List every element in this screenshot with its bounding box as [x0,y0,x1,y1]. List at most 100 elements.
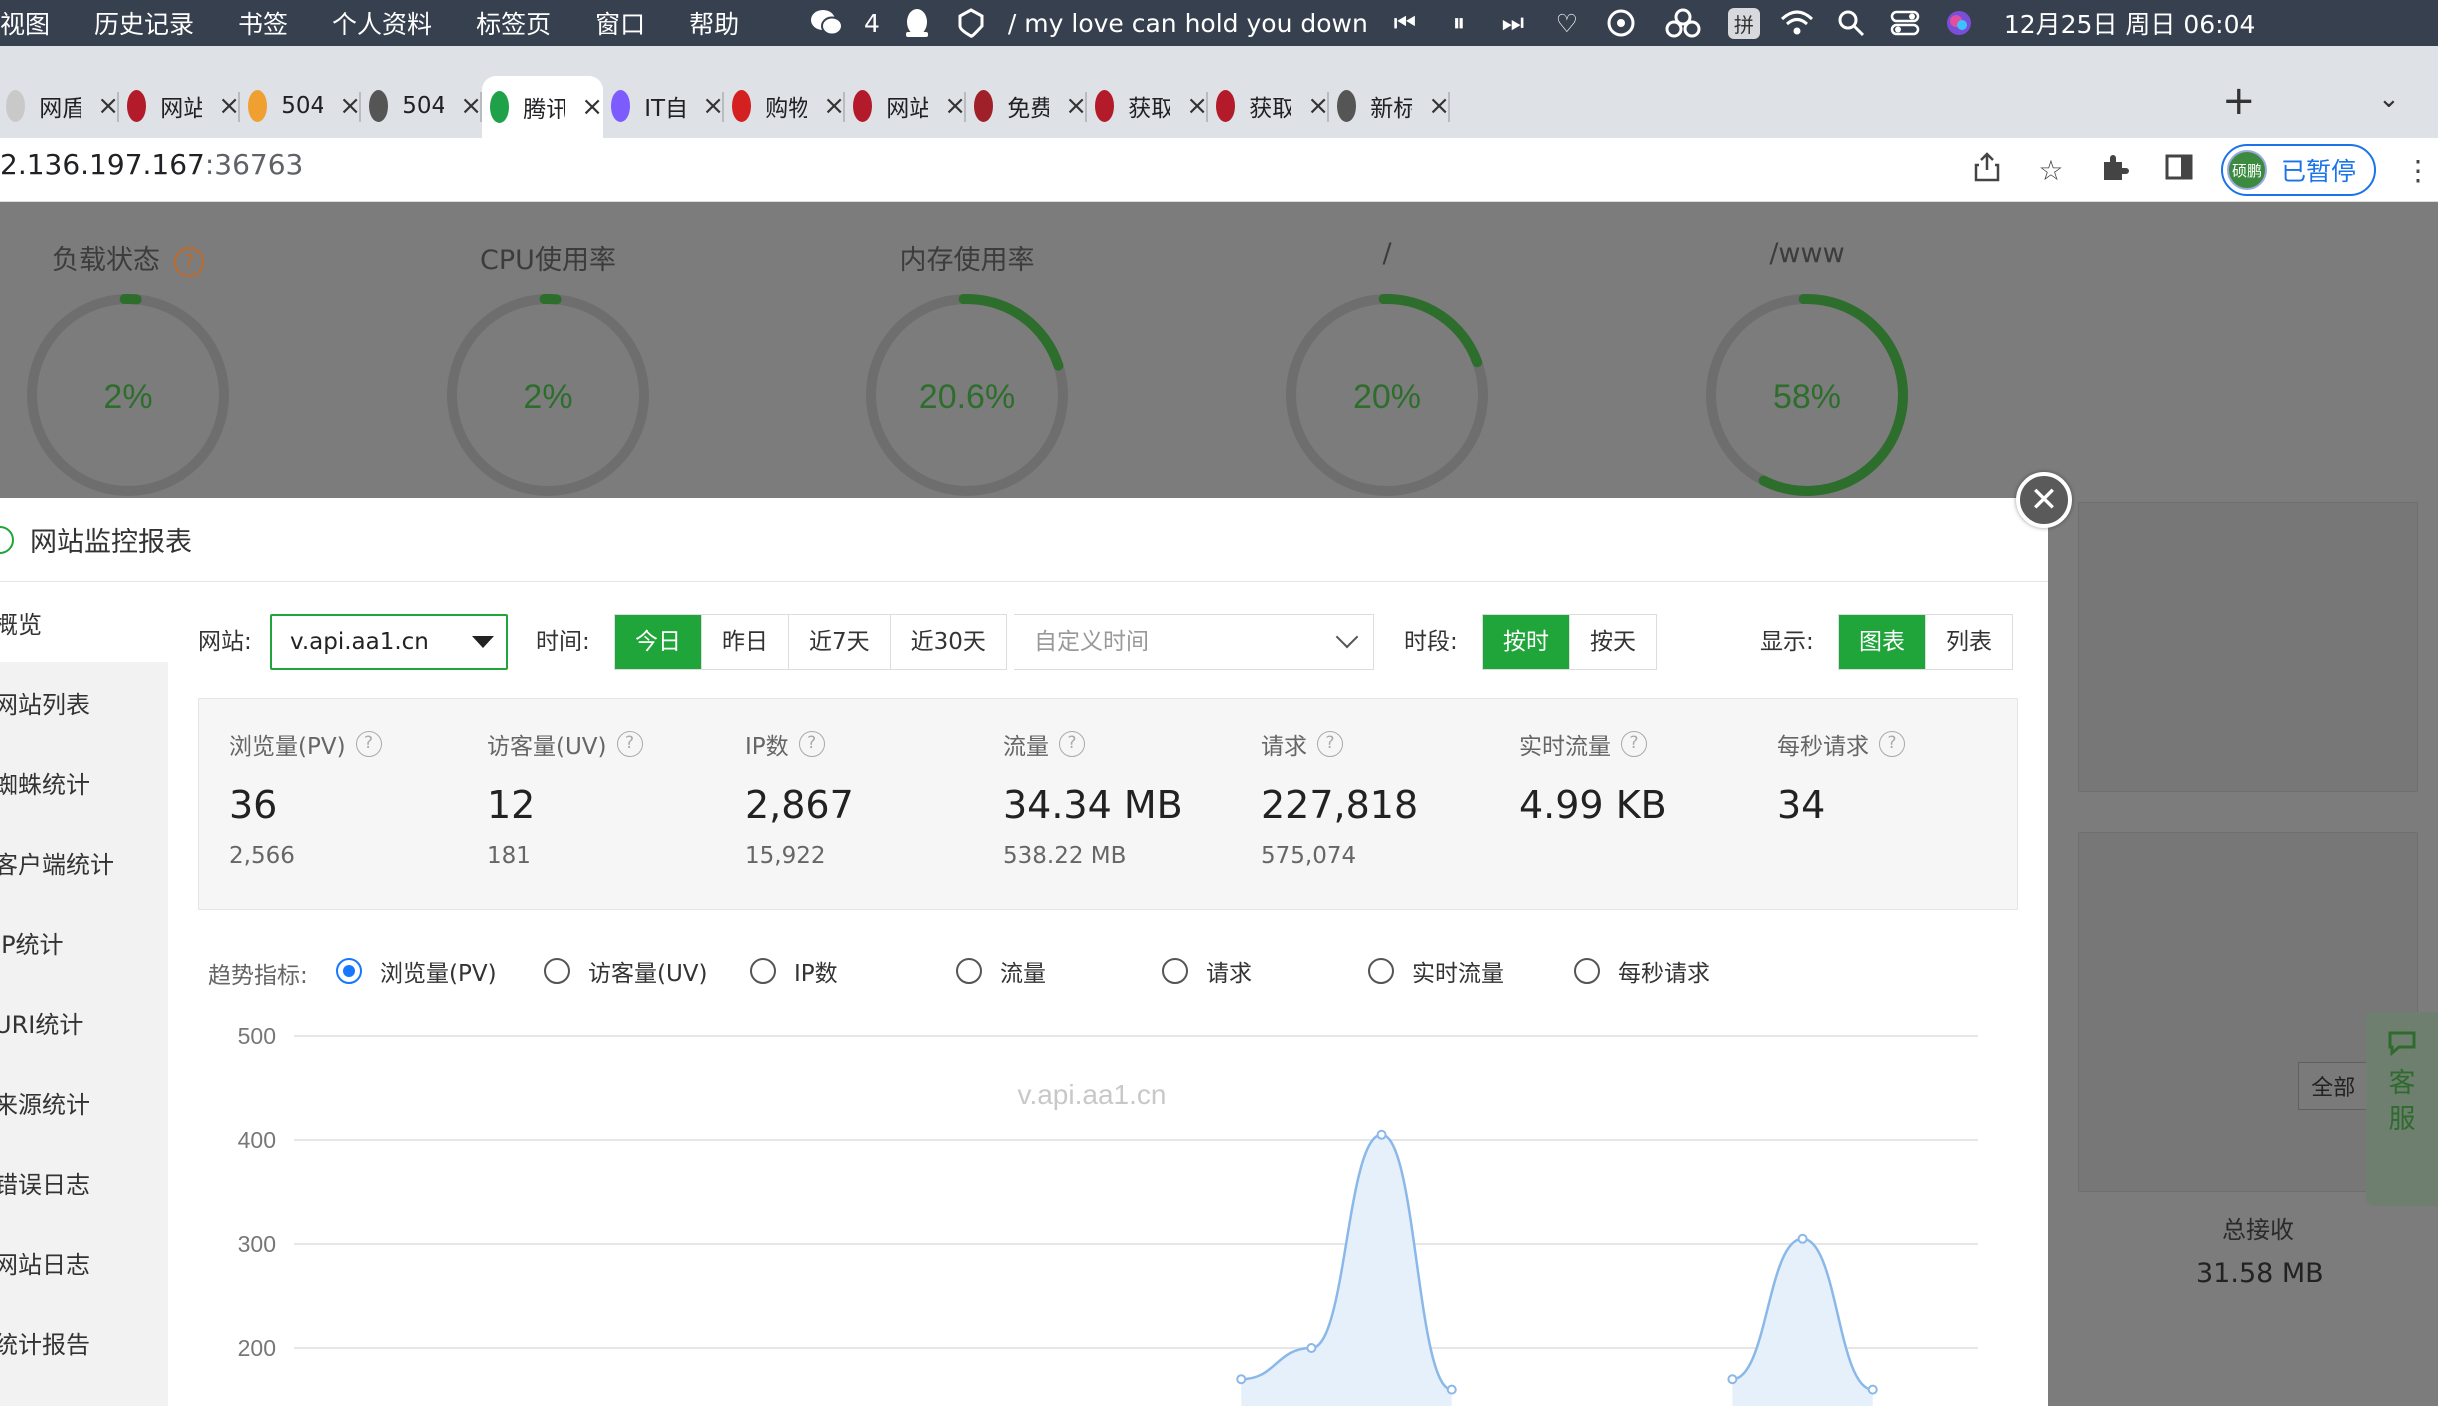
close-tab-icon[interactable]: × [460,91,482,121]
menu-item[interactable]: 视图 [0,5,72,41]
close-tab-icon[interactable]: × [1307,91,1329,121]
music-app-icon[interactable] [1604,6,1638,40]
search-icon[interactable] [1834,6,1868,40]
shield-icon[interactable] [954,6,988,40]
wifi-icon[interactable] [1780,6,1814,40]
control-center-icon[interactable] [1888,6,1922,40]
url-field[interactable]: 2.136.197.167:36763 [0,148,303,181]
extensions-icon[interactable] [2083,152,2147,189]
data-point[interactable] [1797,1233,1808,1244]
nav-item[interactable]: 概览 [0,582,168,662]
gauge[interactable]: /www 58% [1702,238,1912,500]
tab[interactable]: 购物 × [724,76,845,136]
tab[interactable]: 获取 × [1208,76,1329,136]
data-point[interactable] [1376,1129,1387,1140]
app-cluster-icon[interactable] [1658,6,1708,40]
option-button[interactable]: 近7天 [789,615,891,669]
bookmark-star-icon[interactable]: ☆ [2019,154,2083,187]
data-point[interactable] [1236,1374,1247,1385]
tab[interactable]: 504 (× [361,76,482,136]
menu-item[interactable]: 历史记录 [72,5,216,41]
help-icon[interactable]: ? [798,731,825,757]
close-tab-icon[interactable]: × [702,91,724,121]
option-button[interactable]: 图表 [1839,615,1926,669]
tab[interactable]: 免费A × [966,76,1087,136]
data-point[interactable] [1867,1384,1878,1395]
help-icon[interactable]: ? [1317,731,1343,757]
trend-radio[interactable]: 实时流量 [1368,954,1504,988]
wechat-icon[interactable] [810,6,844,40]
data-point[interactable] [1446,1384,1457,1395]
datetime[interactable]: 12月25日 周日 06:04 [2004,5,2256,41]
data-point[interactable] [1727,1374,1738,1385]
share-icon[interactable] [1955,151,2019,189]
help-icon[interactable]: ? [174,247,204,277]
close-tab-icon[interactable]: × [581,92,603,122]
side-panel-icon[interactable] [2147,153,2211,188]
more-menu-icon[interactable]: ⋮ [2398,154,2438,187]
close-modal-button[interactable]: ✕ [2016,472,2072,528]
next-track-icon[interactable]: ⏭ [1496,6,1530,40]
qq-icon[interactable] [900,6,934,40]
nav-item[interactable]: 错误日志 [0,1142,168,1222]
close-tab-icon[interactable]: × [823,91,845,121]
tab[interactable]: 获取 × [1087,76,1208,136]
close-tab-icon[interactable]: × [97,91,119,121]
custom-time-picker[interactable]: 自定义时间 [1014,614,1374,670]
nav-item[interactable]: 网站日志 [0,1222,168,1302]
customer-service-button[interactable]: 客服 [2366,1012,2438,1206]
menu-item[interactable]: 标签页 [454,5,573,41]
data-point[interactable] [1306,1343,1317,1353]
trend-radio[interactable]: 请求 [1162,954,1252,988]
tab[interactable]: 网站 × [119,76,240,136]
site-select[interactable]: v.api.aa1.cn [270,614,508,670]
help-icon[interactable]: ? [616,731,643,757]
gauge[interactable]: / 20% [1282,238,1492,500]
new-tab-button[interactable]: + [2222,78,2256,124]
menu-item[interactable]: 书签 [216,5,310,41]
option-button[interactable]: 按天 [1570,615,1656,669]
siri-icon[interactable] [1942,6,1976,40]
option-button[interactable]: 近30天 [890,615,1006,669]
nav-item[interactable]: 蜘蛛统计 [0,742,168,822]
close-tab-icon[interactable]: × [339,91,361,121]
nav-item[interactable]: IP统计 [0,902,168,982]
option-button[interactable]: 昨日 [702,615,789,669]
tab[interactable]: 网盾 × [0,76,119,136]
nav-item[interactable]: 客户端统计 [0,822,168,902]
help-icon[interactable]: ? [1879,731,1905,757]
option-button[interactable]: 今日 [615,615,702,669]
trend-radio[interactable]: 流量 [956,954,1046,988]
help-icon[interactable]: ? [355,731,382,757]
menu-item[interactable]: 帮助 [667,5,761,41]
now-playing[interactable]: / my love can hold you down [1008,9,1368,38]
option-button[interactable]: 列表 [1926,615,2012,669]
nav-item[interactable]: URI统计 [0,982,168,1062]
tab-search-icon[interactable]: ⌄ [2378,84,2400,114]
trend-radio[interactable]: 访客量(UV) [544,954,708,988]
nav-item[interactable]: 网站列表 [0,662,168,742]
help-icon[interactable]: ? [1059,731,1085,757]
tab[interactable]: 504 (× [240,76,361,136]
nav-item[interactable]: 来源统计 [0,1062,168,1142]
tab[interactable]: 新标 × [1329,76,1450,136]
tab[interactable]: IT自 × [603,76,724,136]
trend-radio[interactable]: IP数 [750,954,838,988]
tab[interactable]: 网站 × [845,76,966,136]
trend-radio[interactable]: 每秒请求 [1574,954,1710,988]
menu-item[interactable]: 窗口 [573,5,667,41]
gauge[interactable]: 负载状态? 2% [23,238,233,500]
gauge[interactable]: 内存使用率 20.6% [862,238,1072,500]
close-tab-icon[interactable]: × [1065,91,1087,121]
close-tab-icon[interactable]: × [944,91,966,121]
pause-icon[interactable]: ⏸ [1442,6,1476,40]
tab[interactable]: 腾讯 × [482,76,603,138]
menu-item[interactable]: 个人资料 [310,5,454,41]
previous-track-icon[interactable]: ⏮ [1388,6,1422,40]
heart-icon[interactable]: ♡ [1550,6,1584,40]
close-tab-icon[interactable]: × [218,91,240,121]
help-icon[interactable]: ? [1621,731,1647,757]
gauge[interactable]: CPU使用率 2% [443,238,653,500]
nav-item[interactable]: 统计报告 [0,1302,168,1382]
profile-button[interactable]: 硕鹏 已暂停 [2220,144,2376,196]
